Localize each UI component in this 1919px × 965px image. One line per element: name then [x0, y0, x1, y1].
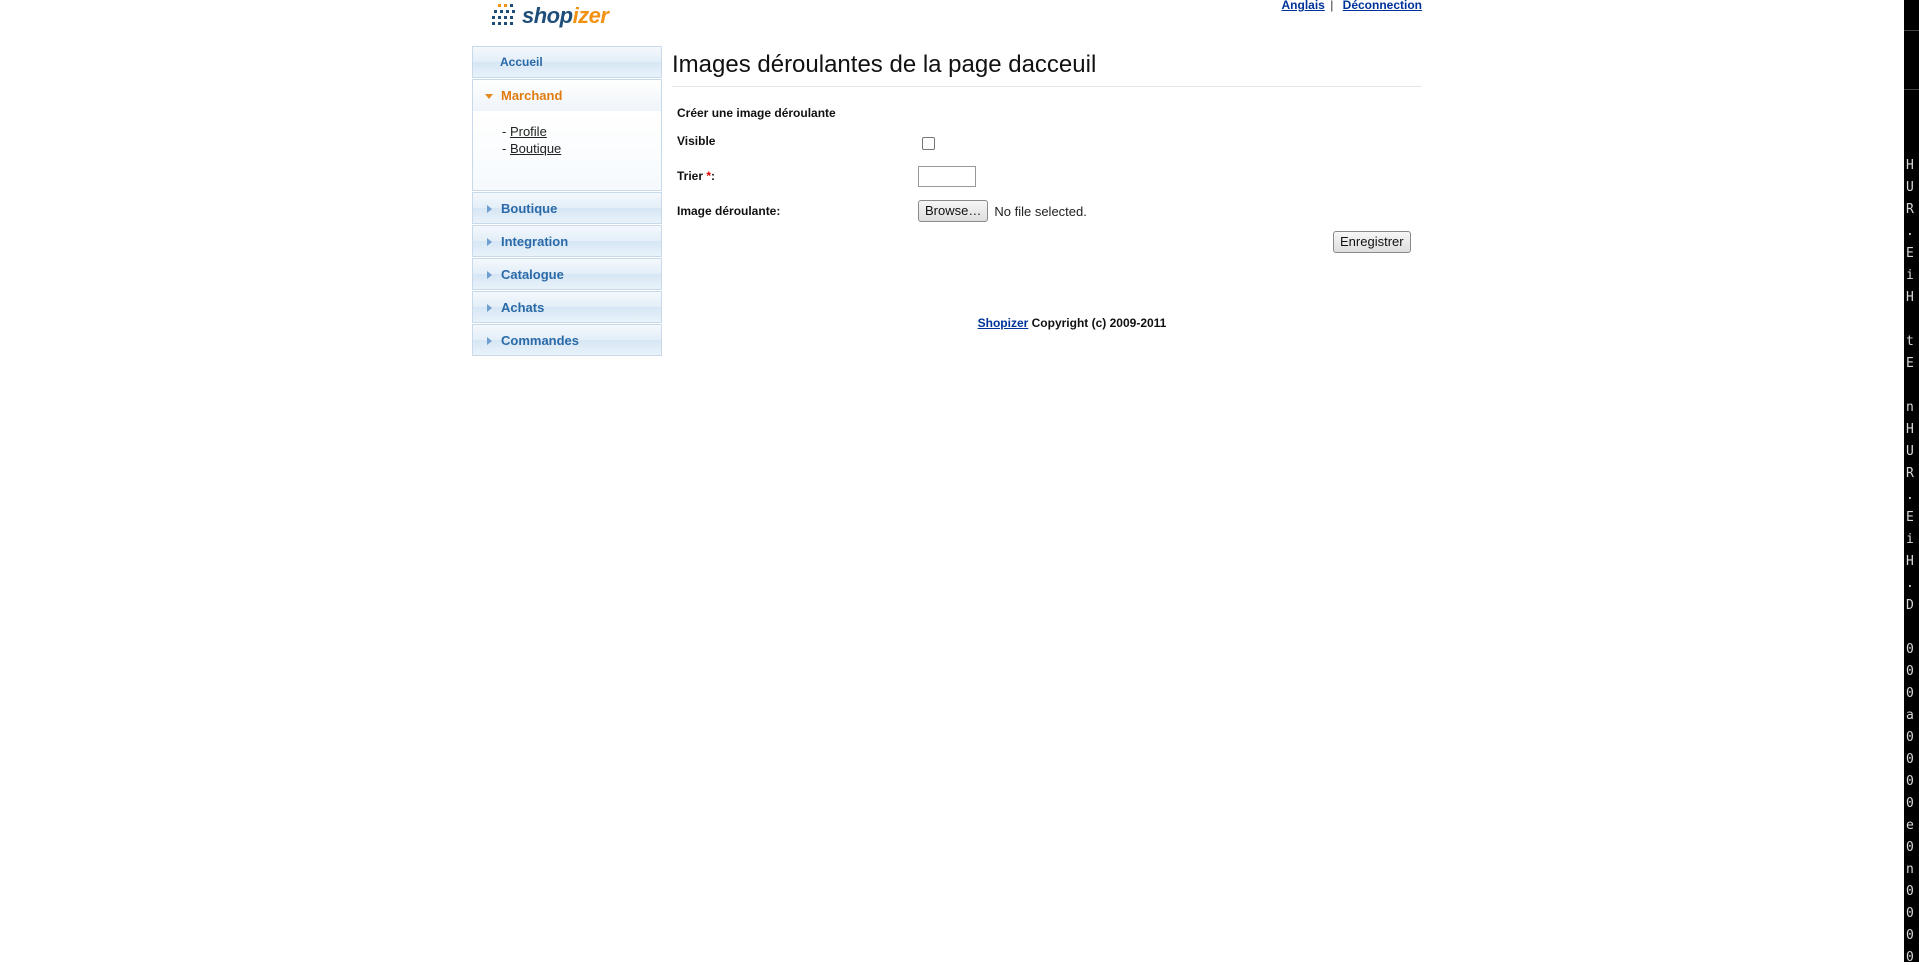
terminal-char: n: [1906, 400, 1914, 415]
sidebar-section-label: Commandes: [501, 332, 580, 348]
terminal-char: U: [1906, 180, 1914, 195]
sidebar-section-catalogue[interactable]: Catalogue: [472, 258, 662, 290]
terminal-char: U: [1906, 444, 1914, 459]
sidebar-section-content: - Profile - Boutique: [472, 111, 662, 191]
save-button[interactable]: Enregistrer: [1333, 231, 1411, 253]
profile-link[interactable]: Profile: [510, 124, 547, 139]
form-title: Créer une image déroulante: [677, 106, 836, 120]
terminal-char: .: [1906, 224, 1914, 239]
terminal-char: 0: [1906, 686, 1914, 701]
terminal-char: .: [1906, 488, 1914, 503]
terminal-char: 0: [1906, 796, 1914, 811]
terminal-char: 0: [1906, 884, 1914, 899]
sidebar-menu: Accueil Marchand - Profile - Boutique Bo…: [472, 46, 662, 357]
terminal-char: n: [1906, 862, 1914, 877]
sidebar-section-label: Achats: [501, 299, 545, 315]
sidebar-item-label: Accueil: [500, 55, 543, 69]
terminal-char: .: [1906, 576, 1914, 591]
logo-dots-icon: [484, 0, 520, 32]
terminal-char: H: [1906, 158, 1914, 173]
terminal-char: 0: [1906, 664, 1914, 679]
shopizer-logo[interactable]: shopizer: [484, 0, 609, 34]
terminal-char: i: [1906, 532, 1914, 547]
terminal-char: 0: [1906, 752, 1914, 767]
visible-checkbox[interactable]: [922, 137, 935, 150]
terminal-char: t: [1906, 334, 1914, 349]
terminal-char: i: [1906, 268, 1914, 283]
chevron-right-icon: [487, 205, 492, 213]
terminal-panel: HUR.EiHtEnHUR.EiH.D000a0000e0n0000: [1904, 0, 1919, 965]
file-status: No file selected.: [994, 203, 1087, 219]
main-content: Images déroulantes de la page dacceuil C…: [672, 48, 1422, 330]
copyright-text: Copyright (c) 2009-2011: [1028, 316, 1167, 330]
terminal-char: E: [1906, 510, 1914, 525]
page-title: Images déroulantes de la page dacceuil: [672, 51, 1097, 78]
terminal-char: a: [1906, 708, 1914, 723]
terminal-char: E: [1906, 246, 1914, 261]
logout-link[interactable]: Déconnection: [1343, 0, 1422, 12]
browse-button[interactable]: Browse…: [918, 200, 989, 222]
link-separator: |: [1330, 0, 1334, 12]
file-picker: Browse… No file selected.: [918, 200, 1087, 222]
terminal-char: E: [1906, 356, 1914, 371]
terminal-char: H: [1906, 290, 1914, 305]
terminal-char: 0: [1906, 774, 1914, 789]
terminal-char: H: [1906, 422, 1914, 437]
chevron-down-icon: [485, 94, 493, 99]
sidebar-section-marchand[interactable]: Marchand: [472, 79, 662, 111]
terminal-char: R: [1906, 202, 1914, 217]
terminal-char: R: [1906, 466, 1914, 481]
image-label: Image déroulante:: [677, 204, 781, 218]
terminal-char: D: [1906, 598, 1914, 613]
sidebar-item-home[interactable]: Accueil: [472, 46, 662, 78]
boutique-link[interactable]: Boutique: [510, 141, 561, 156]
language-link[interactable]: Anglais: [1282, 0, 1325, 12]
terminal-scrollbar[interactable]: [1904, 30, 1919, 90]
chevron-right-icon: [487, 271, 492, 279]
terminal-char: H: [1906, 554, 1914, 569]
top-links: Anglais | Déconnection: [1282, 0, 1423, 12]
sidebar-section-label: Marchand: [501, 88, 563, 103]
terminal-char: 0: [1906, 928, 1914, 943]
sidebar-section-commandes[interactable]: Commandes: [472, 324, 662, 356]
sidebar-section-integration[interactable]: Integration: [472, 225, 662, 257]
terminal-char: 0: [1906, 906, 1914, 921]
sidebar-subitem-boutique: - Boutique: [502, 141, 562, 156]
terminal-char: 0: [1906, 642, 1914, 657]
sidebar-section-achats[interactable]: Achats: [472, 291, 662, 323]
sidebar-section-label: Integration: [501, 233, 569, 249]
footer: Shopizer Copyright (c) 2009-2011: [672, 316, 1472, 330]
terminal-char: 0: [1906, 950, 1914, 965]
terminal-char: e: [1906, 818, 1914, 833]
sidebar-section-boutique[interactable]: Boutique: [472, 192, 662, 224]
sort-input[interactable]: [918, 166, 976, 187]
sidebar-section-label: Boutique: [501, 200, 558, 216]
chevron-right-icon: [487, 238, 492, 246]
visible-label: Visible: [677, 134, 716, 148]
sidebar-section-label: Catalogue: [501, 266, 564, 282]
shopizer-link[interactable]: Shopizer: [978, 316, 1029, 330]
title-divider: [672, 86, 1422, 87]
logo-text: shopizer: [522, 3, 609, 28]
sort-label: Trier *:: [677, 169, 716, 183]
terminal-char: 0: [1906, 730, 1914, 745]
chevron-right-icon: [487, 304, 492, 312]
sidebar-subitem-profile: - Profile: [502, 124, 547, 139]
chevron-right-icon: [487, 337, 492, 345]
terminal-char: 0: [1906, 840, 1914, 855]
